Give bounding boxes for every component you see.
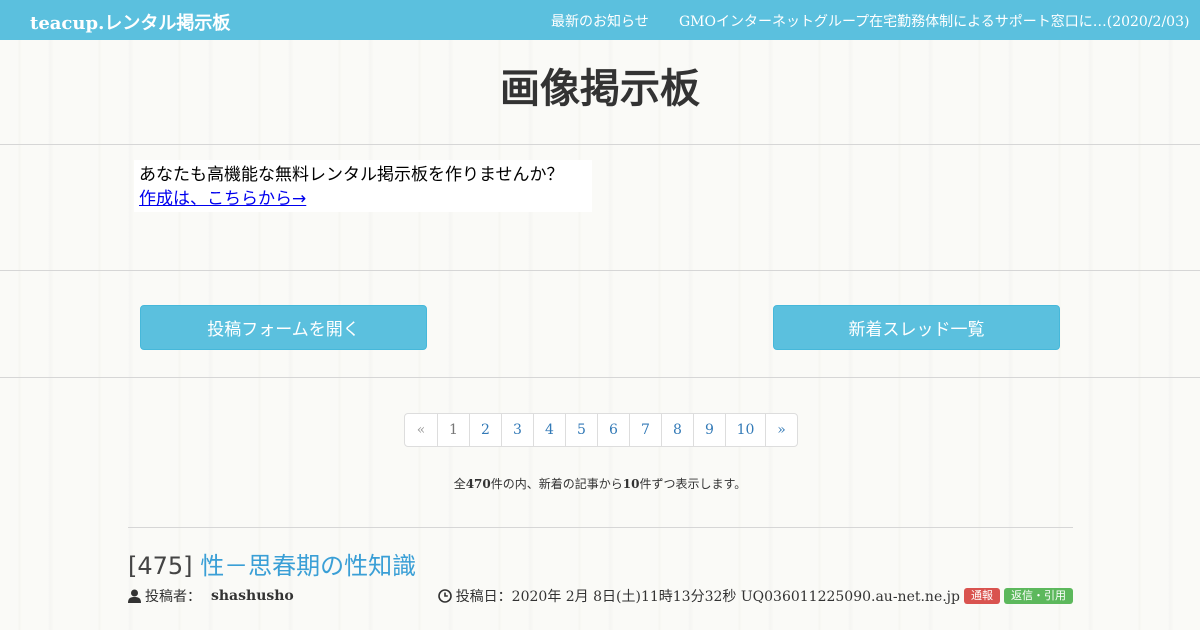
post-meta: 投稿日：2020年 2月 8日(土)11時13分32秒 UQ0360112250… bbox=[437, 586, 1073, 606]
post-subject-link[interactable]: 性－思春期の性知識 bbox=[200, 552, 416, 580]
pagination-page-9[interactable]: 9 bbox=[693, 414, 725, 446]
user-icon bbox=[128, 588, 141, 604]
divider bbox=[0, 377, 1200, 378]
open-post-form-button[interactable]: 投稿フォームを開く bbox=[140, 305, 427, 350]
pagination-page-7[interactable]: 7 bbox=[629, 414, 661, 446]
summary-middle: 件の内、新着の記事から bbox=[490, 477, 623, 491]
nav-latest-news-link[interactable]: 最新のお知らせ bbox=[551, 11, 649, 31]
reply-quote-button[interactable]: 返信・引用 bbox=[1004, 588, 1073, 604]
pagination-page-2[interactable]: 2 bbox=[469, 414, 501, 446]
pagination-prev[interactable]: « bbox=[405, 414, 437, 446]
post-title: [475] 性－思春期の性知識 bbox=[128, 546, 416, 581]
clock-icon bbox=[437, 588, 452, 604]
pagination-next[interactable]: » bbox=[765, 414, 797, 446]
nav-notice-link[interactable]: GMOインターネットグループ在宅勤務体制によるサポート窓口に…(2020/2/0… bbox=[679, 11, 1189, 31]
post-date: 投稿日：2020年 2月 8日(土)11時13分32秒 UQ0360112250… bbox=[455, 589, 960, 605]
poster-label: 投稿者： bbox=[145, 589, 201, 605]
pagination: « 1 2 3 4 5 6 7 8 9 10 » bbox=[404, 413, 798, 447]
report-button[interactable]: 通報 bbox=[964, 588, 1000, 604]
pagination-page-8[interactable]: 8 bbox=[661, 414, 693, 446]
poster-name: shashusho bbox=[211, 588, 294, 604]
new-threads-button[interactable]: 新着スレッド一覧 bbox=[773, 305, 1060, 350]
top-navbar: teacup.レンタル掲示板 最新のお知らせ GMOインターネットグループ在宅勤… bbox=[0, 0, 1200, 40]
pagination-page-10[interactable]: 10 bbox=[725, 414, 765, 446]
post-author: 投稿者： shashusho bbox=[128, 586, 294, 606]
summary-per-page: 10 bbox=[622, 477, 640, 491]
pagination-page-1[interactable]: 1 bbox=[437, 414, 469, 446]
summary-prefix: 全 bbox=[453, 477, 466, 491]
divider bbox=[0, 270, 1200, 271]
summary-total: 470 bbox=[465, 477, 491, 491]
summary-suffix: 件ずつ表示します。 bbox=[639, 477, 747, 491]
promo-text: あなたも高機能な無料レンタル掲示板を作りませんか？ bbox=[139, 165, 564, 185]
pagination-page-5[interactable]: 5 bbox=[565, 414, 597, 446]
pagination-page-6[interactable]: 6 bbox=[597, 414, 629, 446]
promo-create-link[interactable]: 作成は、こちらから→ bbox=[139, 187, 306, 211]
promo-box: あなたも高機能な無料レンタル掲示板を作りませんか？ 作成は、こちらから→ bbox=[134, 160, 592, 212]
pagination-page-3[interactable]: 3 bbox=[501, 414, 533, 446]
page-title: 画像掲示板 bbox=[500, 66, 700, 112]
post-count-summary: 全470件の内、新着の記事から10件ずつ表示します。 bbox=[0, 475, 1200, 492]
brand-link[interactable]: teacup.レンタル掲示板 bbox=[30, 9, 230, 35]
divider bbox=[0, 144, 1200, 145]
post-divider bbox=[128, 527, 1073, 528]
pagination-page-4[interactable]: 4 bbox=[533, 414, 565, 446]
post-number: [475] bbox=[128, 552, 193, 580]
